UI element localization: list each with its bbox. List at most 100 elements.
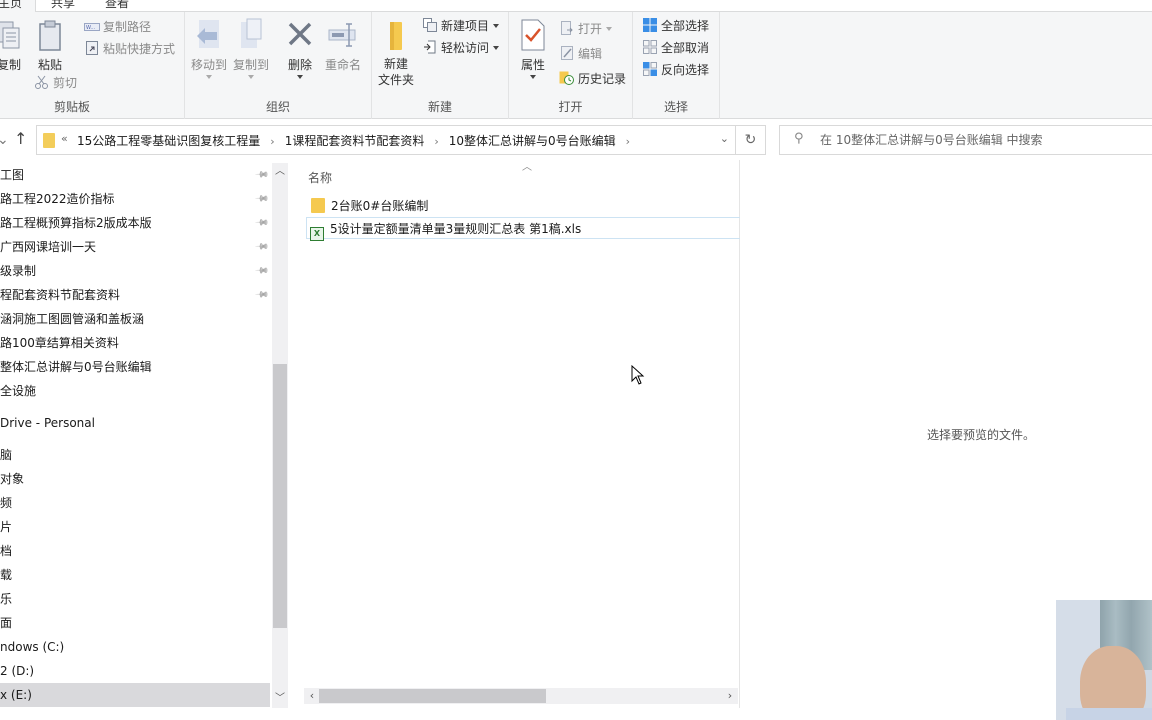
pin-icon[interactable]: 📌 (249, 235, 274, 260)
delete-label: 删除 (287, 58, 312, 72)
sidebar-item[interactable]: 片 (0, 515, 270, 539)
rename-button[interactable]: 重命名 (323, 18, 363, 73)
sidebar-item[interactable]: Drive - Personal (0, 411, 270, 435)
paste-button[interactable]: 粘贴 (34, 18, 66, 73)
search-box[interactable]: ⚲ (779, 125, 1152, 155)
sidebar-item[interactable]: 整体汇总讲解与0号台账编辑 (0, 355, 270, 379)
sidebar-item[interactable]: x (E:) (0, 683, 270, 707)
sidebar-item-label: 面 (0, 616, 13, 630)
sidebar-item[interactable]: 涵洞施工图圆管涵和盖板涵 (0, 307, 270, 331)
group-open: 属性 打开 编辑 历史记录 打开 (509, 12, 633, 119)
pin-icon[interactable]: 📌 (249, 211, 274, 236)
edit-label: 编辑 (578, 47, 603, 61)
address-bar[interactable]: « 15公路工程零基础识图复核工程量 › 1课程配套资料节配套资料 › 10整体汇总讲解… (36, 125, 766, 155)
sidebar-item[interactable]: 全设施 (0, 379, 270, 403)
address-history-chevron-icon[interactable]: ⌄ (720, 132, 729, 145)
pin-icon[interactable]: 📌 (249, 283, 274, 308)
breadcrumb-item[interactable]: 1课程配套资料节配套资料 (285, 132, 425, 149)
history-button[interactable]: 历史记录 (559, 69, 626, 89)
scissors-icon (34, 75, 50, 89)
sidebar-item[interactable]: 路工程2022造价指标 📌 (0, 187, 270, 211)
cut-button[interactable]: 剪切 (34, 73, 77, 93)
select-all-icon (642, 18, 658, 32)
sidebar-item[interactable]: 路工程概预算指标2版成本版 📌 (0, 211, 270, 235)
paste-shortcut-button[interactable]: 粘贴快捷方式 (84, 39, 175, 59)
new-folder-label-2: 文件夹 (377, 73, 414, 87)
sidebar-item[interactable]: 载 (0, 563, 270, 587)
sidebar-item[interactable]: 脑 (0, 443, 270, 467)
pin-icon[interactable]: 📌 (249, 259, 274, 284)
select-none-button[interactable]: 全部取消 (642, 38, 709, 58)
invert-selection-button[interactable]: 反向选择 (642, 60, 709, 80)
copy-button[interactable]: 复制 (0, 18, 26, 73)
sidebar-item[interactable]: 工图 📌 (0, 163, 270, 187)
scroll-up-icon[interactable]: ︿ (272, 163, 288, 181)
breadcrumb-separator-icon[interactable]: › (626, 135, 630, 148)
copy-to-caret (248, 75, 254, 79)
sidebar-item[interactable]: 档 (0, 539, 270, 563)
overflow-breadcrumb[interactable]: « (61, 132, 68, 145)
scrollbar-thumb[interactable] (273, 364, 287, 628)
up-arrow-icon[interactable]: ↑ (14, 129, 27, 148)
sort-ascending-icon: ︿ (522, 162, 532, 173)
breadcrumb-separator-icon[interactable]: › (434, 135, 438, 148)
open-group-label: 打开 (558, 100, 583, 114)
tab-view[interactable]: 查看 (105, 0, 129, 12)
sidebar-item[interactable]: ndows (C:) (0, 635, 270, 659)
pin-icon[interactable]: 📌 (249, 163, 274, 188)
file-row-xls[interactable]: X 5设计量定额量清单量3量规则汇总表 第1稿.xls (306, 217, 740, 241)
sidebar-item[interactable]: 广西网课培训一天 📌 (0, 235, 270, 259)
breadcrumb-item[interactable]: 10整体汇总讲解与0号台账编辑 (449, 132, 616, 149)
breadcrumb-separator-icon[interactable]: › (270, 135, 274, 148)
delete-button[interactable]: 删除 (284, 18, 316, 79)
easy-access-button[interactable]: 轻松访问 (422, 38, 500, 58)
sidebar-item-label: 广西网课培训一天 (0, 240, 97, 254)
sidebar-item[interactable]: 2 (D:) (0, 659, 270, 683)
move-to-button[interactable]: 移动到 (190, 18, 228, 79)
group-clipboard: 复制 粘贴 W... 复制路径 粘贴快捷方式 剪切 剪贴板 (0, 12, 185, 119)
easy-access-caret (493, 46, 500, 50)
new-folder-button[interactable]: 新建 文件夹 (376, 18, 416, 88)
excel-file-icon: X (310, 227, 324, 241)
navigation-pane-scrollbar[interactable]: ︿ ﹀ (272, 163, 288, 708)
properties-button[interactable]: 属性 (517, 18, 549, 79)
tab-share[interactable]: 共享 (51, 0, 75, 12)
sidebar-item[interactable]: 频 (0, 491, 270, 515)
scroll-right-icon[interactable]: › (722, 688, 738, 704)
select-all-button[interactable]: 全部选择 (642, 16, 709, 36)
sidebar-item[interactable]: 级录制 📌 (0, 259, 270, 283)
scroll-left-icon[interactable]: ‹ (304, 688, 320, 704)
sidebar-item[interactable]: 乐 (0, 587, 270, 611)
file-name: 2台账0#台账编制 (331, 199, 429, 213)
scroll-down-icon[interactable]: ﹀ (272, 690, 288, 708)
recent-locations-chevron-icon[interactable]: ⌄ (0, 132, 9, 148)
sidebar-item-label: 路工程2022造价指标 (0, 192, 115, 206)
sidebar-item[interactable]: 程配套资料节配套资料 📌 (0, 283, 270, 307)
copy-to-button[interactable]: 复制到 (232, 18, 270, 79)
paste-label: 粘贴 (37, 58, 62, 72)
edit-button[interactable]: 编辑 (559, 44, 602, 64)
cut-label: 剪切 (53, 76, 78, 90)
column-header-name[interactable]: 名称 (308, 169, 332, 186)
file-row-folder[interactable]: 2台账0#台账编制 (306, 195, 740, 217)
sidebar-item[interactable]: 路100章结算相关资料 (0, 331, 270, 355)
pin-icon[interactable]: 📌 (249, 187, 274, 212)
select-none-icon (642, 40, 658, 54)
file-name: 5设计量定额量清单量3量规则汇总表 第1稿.xls (330, 222, 582, 236)
breadcrumb: 15公路工程零基础识图复核工程量 › 1课程配套资料节配套资料 › 10整体汇总讲解与0… (77, 132, 640, 149)
sidebar-item-label: 频 (0, 496, 13, 510)
sidebar-item[interactable]: 对象 (0, 467, 270, 491)
properties-icon (517, 18, 549, 52)
refresh-button[interactable]: ↻ (735, 126, 765, 154)
search-input[interactable] (820, 126, 1140, 154)
new-item-button[interactable]: 新建项目 (422, 16, 500, 36)
scrollbar-thumb[interactable] (319, 689, 546, 703)
sidebar-item[interactable]: 面 (0, 611, 270, 635)
file-list-horizontal-scrollbar[interactable]: ‹ › (304, 688, 738, 704)
sidebar-item-label: 级录制 (0, 264, 37, 278)
select-all-label: 全部选择 (661, 19, 710, 33)
copy-label: 复制 (0, 58, 21, 72)
open-button[interactable]: 打开 (559, 19, 613, 39)
copy-path-button[interactable]: W... 复制路径 (84, 17, 151, 37)
breadcrumb-item[interactable]: 15公路工程零基础识图复核工程量 (77, 132, 260, 149)
